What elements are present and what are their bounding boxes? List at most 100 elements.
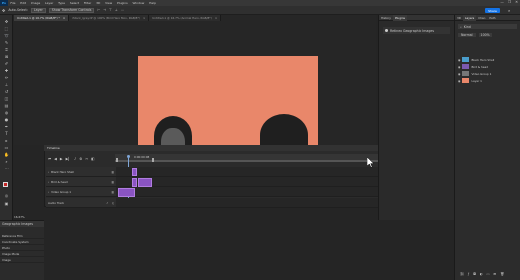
- work-area-end[interactable]: [152, 158, 154, 162]
- tab-paths[interactable]: Path: [487, 15, 497, 21]
- audio-icon[interactable]: ♪: [74, 157, 76, 161]
- healing-icon[interactable]: ✚: [3, 68, 10, 73]
- trash-icon[interactable]: 🗑: [500, 272, 504, 276]
- maximize-icon[interactable]: ❐: [508, 0, 511, 4]
- frame-icon[interactable]: ⊠: [3, 54, 10, 59]
- tab-close-icon[interactable]: ×: [143, 16, 145, 20]
- hand-icon[interactable]: ✋: [3, 152, 10, 157]
- menu-select[interactable]: Select: [67, 1, 81, 5]
- tab-close-icon[interactable]: ×: [63, 16, 65, 20]
- layer-item[interactable]: ◉ Layer 1: [458, 77, 516, 84]
- menu-3d[interactable]: 3D: [94, 1, 103, 5]
- lasso-icon[interactable]: ➰: [3, 33, 10, 38]
- timeline-row[interactable]: › Black Hero Shell ▥: [46, 167, 116, 177]
- pen-icon[interactable]: ✒: [3, 124, 10, 129]
- work-area-start[interactable]: [116, 158, 118, 162]
- document-canvas[interactable]: [138, 56, 318, 146]
- path-select-icon[interactable]: ▸: [3, 138, 10, 143]
- mask-icon[interactable]: ◘: [473, 272, 476, 276]
- adjustment-icon[interactable]: ◐: [480, 272, 483, 276]
- tab-layers[interactable]: Layers: [462, 14, 477, 21]
- eye-icon[interactable]: ◉: [458, 65, 460, 69]
- layer-item[interactable]: ◉ Bird & head: [458, 63, 516, 70]
- brush-icon[interactable]: ✏: [3, 75, 10, 80]
- menu-filter[interactable]: Filter: [81, 1, 93, 5]
- panel-tab[interactable]: Geographic Images: [2, 222, 33, 226]
- close-window-icon[interactable]: ✕: [515, 0, 518, 4]
- play-icon[interactable]: ▶: [60, 157, 63, 161]
- blend-mode-select[interactable]: Normal: [458, 32, 476, 37]
- quick-mask-icon[interactable]: ◎: [3, 193, 10, 198]
- type-icon[interactable]: T: [3, 131, 10, 136]
- tab-channels[interactable]: Chan: [476, 15, 487, 21]
- chevron-right-icon[interactable]: ›: [48, 180, 49, 184]
- move-tool-icon[interactable]: ✥: [2, 8, 5, 13]
- crop-icon[interactable]: ⌗: [3, 47, 10, 52]
- share-button[interactable]: Share: [485, 8, 500, 13]
- menu-image[interactable]: Image: [28, 1, 42, 5]
- layer-filter[interactable]: ⌕ Kind: [458, 24, 517, 29]
- menu-type[interactable]: Type: [56, 1, 68, 5]
- mute-icon[interactable]: ♪: [106, 201, 108, 205]
- tab-close-icon[interactable]: ×: [215, 16, 217, 20]
- screen-mode-icon[interactable]: ▣: [3, 201, 10, 206]
- show-transform-checkbox[interactable]: Show Transform Controls: [48, 7, 95, 13]
- menu-help[interactable]: Help: [147, 1, 159, 5]
- first-frame-icon[interactable]: ⏮: [48, 157, 51, 161]
- settings-icon[interactable]: ⚙: [79, 157, 82, 161]
- search-icon[interactable]: ⌕: [508, 8, 510, 13]
- minimize-icon[interactable]: —: [500, 0, 504, 4]
- next-frame-icon[interactable]: ▶▏: [66, 157, 71, 161]
- split-icon[interactable]: ✂: [85, 157, 88, 161]
- layer-select[interactable]: Layer: [30, 7, 46, 13]
- folder-icon[interactable]: ▭: [487, 272, 490, 276]
- opacity-field[interactable]: 100%: [478, 32, 492, 37]
- menu-view[interactable]: View: [103, 1, 115, 5]
- video-clip[interactable]: [132, 178, 137, 187]
- stamp-icon[interactable]: ⊥: [3, 82, 10, 87]
- eraser-icon[interactable]: ◫: [3, 96, 10, 101]
- zoom-level[interactable]: 16.67%: [14, 215, 25, 219]
- marquee-icon[interactable]: ⬚: [3, 26, 10, 31]
- eye-icon[interactable]: ◉: [458, 79, 460, 83]
- transition-icon[interactable]: ◧: [91, 157, 94, 161]
- align-icons[interactable]: ⊢ ⊣ ⊤ ⊥ ⋯: [97, 8, 124, 12]
- tab-3d[interactable]: 3D: [455, 15, 463, 21]
- shape-icon[interactable]: ▭: [3, 145, 10, 150]
- plugin-item[interactable]: Retinex Geographic Images: [383, 27, 450, 34]
- blur-icon[interactable]: ◍: [3, 110, 10, 115]
- timeline-row[interactable]: › Bird & head ▥: [46, 177, 116, 187]
- menu-plugins[interactable]: Plugins: [115, 1, 131, 5]
- video-clip[interactable]: [118, 188, 135, 197]
- eyedropper-icon[interactable]: ✐: [3, 61, 10, 66]
- menu-edit[interactable]: Edit: [18, 1, 29, 5]
- menu-window[interactable]: Window: [130, 1, 147, 5]
- new-layer-icon[interactable]: ⊞: [494, 272, 497, 276]
- tab-history[interactable]: History: [379, 15, 393, 21]
- eye-icon[interactable]: ◉: [458, 72, 460, 76]
- move-icon[interactable]: ✥: [3, 19, 10, 24]
- more-tools-icon[interactable]: ⋯: [3, 166, 10, 171]
- chevron-right-icon[interactable]: ›: [48, 170, 49, 174]
- prev-frame-icon[interactable]: ◀: [54, 157, 57, 161]
- timeline-row[interactable]: Audio Track ♪ ♫: [46, 198, 116, 208]
- audio-menu-icon[interactable]: ♫: [111, 201, 114, 205]
- menu-layer[interactable]: Layer: [43, 1, 56, 5]
- foreground-color-swatch[interactable]: [3, 182, 8, 187]
- layer-item[interactable]: ◉ Video Group 1: [458, 70, 516, 77]
- gradient-icon[interactable]: ▤: [3, 103, 10, 108]
- chevron-right-icon[interactable]: ›: [48, 190, 49, 194]
- quick-select-icon[interactable]: ✎: [3, 40, 10, 45]
- list-item[interactable]: Image: [0, 257, 44, 263]
- history-brush-icon[interactable]: ↺: [3, 89, 10, 94]
- menu-file[interactable]: File: [8, 1, 18, 5]
- link-icon[interactable]: ⛓: [460, 272, 464, 276]
- video-clip[interactable]: [138, 178, 152, 187]
- zoom-icon[interactable]: ⌕: [3, 159, 10, 164]
- tab-plugins[interactable]: Plugins: [392, 14, 407, 21]
- fx-icon[interactable]: ƒ: [468, 272, 469, 276]
- timeline-row[interactable]: › Video Group 1 ▥: [46, 187, 116, 197]
- video-clip[interactable]: [132, 168, 137, 176]
- dodge-icon[interactable]: ●: [3, 117, 10, 122]
- eye-icon[interactable]: ◉: [458, 58, 460, 62]
